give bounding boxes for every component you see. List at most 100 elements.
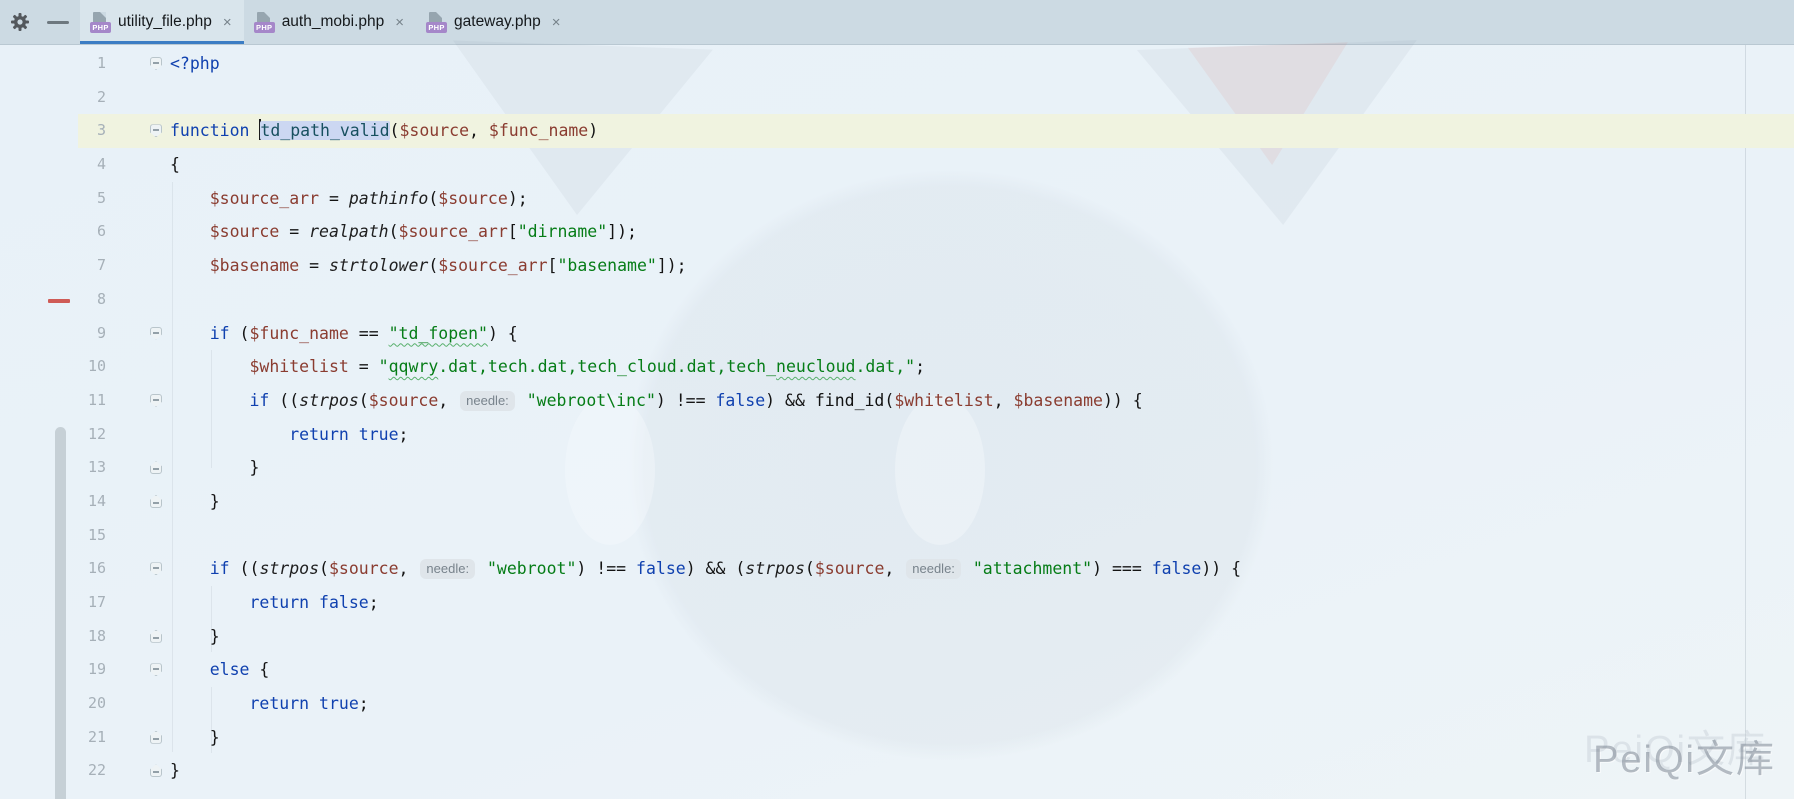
code-line[interactable]: 6 $source = realpath($source_arr["dirnam…: [78, 215, 1794, 249]
line-number[interactable]: 10: [78, 350, 106, 384]
code-token: strpos: [259, 559, 319, 578]
code-token: (: [805, 559, 815, 578]
code-token: "webroot": [487, 559, 576, 578]
code-line[interactable]: 18 }: [78, 620, 1794, 654]
code-line[interactable]: 12 return true;: [78, 418, 1794, 452]
line-number[interactable]: 17: [78, 586, 106, 620]
tab-auth-mobi-php[interactable]: PHP auth_mobi.php ×: [244, 0, 416, 44]
php-file-icon: PHP: [90, 12, 111, 33]
minus-glyph: [47, 21, 69, 24]
line-number[interactable]: 3: [78, 114, 106, 148]
code-line[interactable]: 15: [78, 519, 1794, 553]
php-file-page-shape: [257, 12, 270, 23]
code-line[interactable]: 10 $whitelist = "qqwry.dat,tech.dat,tech…: [78, 350, 1794, 384]
code-token: $whitelist: [894, 391, 993, 410]
close-icon[interactable]: ×: [223, 15, 232, 30]
line-number[interactable]: 20: [78, 687, 106, 721]
line-number[interactable]: 21: [78, 721, 106, 755]
code-line[interactable]: 2: [78, 81, 1794, 115]
code-token: [477, 559, 487, 578]
fold-marker-icon[interactable]: [150, 663, 162, 676]
code-lines: 1<?php23 function td_path_valid($source, …: [0, 45, 1794, 788]
code-line[interactable]: 19 else {: [78, 653, 1794, 687]
settings-gear-icon[interactable]: [8, 10, 32, 34]
code-line[interactable]: 7 $basename = strtolower($source_arr["ba…: [78, 249, 1794, 283]
code-line[interactable]: 14 }: [78, 485, 1794, 519]
code-text: if ((strpos($source, needle: "webroot") …: [170, 552, 1241, 586]
code-line[interactable]: 9 if ($func_name == "td_fopen") {: [78, 317, 1794, 351]
code-text: function td_path_valid($source, $func_na…: [170, 114, 598, 148]
line-number[interactable]: 18: [78, 620, 106, 654]
line-number[interactable]: 2: [78, 81, 106, 115]
line-number[interactable]: 7: [78, 249, 106, 283]
code-editor[interactable]: 1<?php23 function td_path_valid($source, …: [0, 45, 1794, 799]
line-number[interactable]: 19: [78, 653, 106, 687]
fold-marker-icon[interactable]: [150, 764, 162, 777]
minimize-icon[interactable]: [46, 10, 70, 34]
line-number[interactable]: 15: [78, 519, 106, 553]
fold-marker-icon[interactable]: [150, 731, 162, 744]
code-token: $source: [210, 222, 280, 241]
code-line[interactable]: 17 return false;: [78, 586, 1794, 620]
fold-marker-icon[interactable]: [150, 124, 162, 137]
tab-gateway-php[interactable]: PHP gateway.php ×: [416, 0, 573, 44]
line-number[interactable]: 5: [78, 182, 106, 216]
gutter-fold-column: [106, 552, 170, 586]
line-number[interactable]: 8: [78, 283, 106, 317]
line-number[interactable]: 11: [78, 384, 106, 418]
code-line[interactable]: 16 if ((strpos($source, needle: "webroot…: [78, 552, 1794, 586]
fold-marker-icon[interactable]: [150, 495, 162, 508]
code-token: $source: [399, 121, 469, 140]
scrollbar-thumb[interactable]: [55, 427, 66, 799]
code-line[interactable]: 5 $source_arr = pathinfo($source);: [78, 182, 1794, 216]
code-token: return: [289, 425, 349, 444]
line-number[interactable]: 6: [78, 215, 106, 249]
gutter-fold-column: [106, 754, 170, 788]
code-line[interactable]: 22}: [78, 754, 1794, 788]
code-token: =: [319, 189, 349, 208]
code-token: "dirname": [518, 222, 607, 241]
code-token: realpath: [309, 222, 388, 241]
code-token: $basename: [210, 256, 299, 275]
fold-marker-icon[interactable]: [150, 461, 162, 474]
code-line[interactable]: 3 function td_path_valid($source, $func_n…: [78, 114, 1794, 148]
code-token: "basename": [557, 256, 656, 275]
fold-marker-icon[interactable]: [150, 562, 162, 575]
code-token: $source: [815, 559, 885, 578]
code-token: }: [170, 458, 259, 477]
code-text: }: [170, 485, 220, 519]
code-line[interactable]: 20 return true;: [78, 687, 1794, 721]
tab-utility-file-php[interactable]: PHP utility_file.php ×: [80, 0, 244, 44]
line-number[interactable]: 13: [78, 451, 106, 485]
code-text: $basename = strtolower($source_arr["base…: [170, 249, 687, 283]
code-token: strtolower: [329, 256, 428, 275]
line-number[interactable]: 14: [78, 485, 106, 519]
line-number[interactable]: 12: [78, 418, 106, 452]
line-number[interactable]: 1: [78, 47, 106, 81]
close-icon[interactable]: ×: [395, 15, 404, 30]
line-number[interactable]: 9: [78, 317, 106, 351]
line-number[interactable]: 16: [78, 552, 106, 586]
line-number[interactable]: 22: [78, 754, 106, 788]
code-line[interactable]: 13 }: [78, 451, 1794, 485]
code-token: if: [210, 559, 230, 578]
fold-marker-icon[interactable]: [150, 327, 162, 340]
code-token: ==: [349, 324, 389, 343]
gutter-fold-column: [106, 653, 170, 687]
code-line[interactable]: 8: [78, 283, 1794, 317]
code-token: ,: [469, 121, 489, 140]
code-token: return: [249, 593, 309, 612]
php-file-icon: PHP: [426, 12, 447, 33]
code-line[interactable]: 1<?php: [78, 47, 1794, 81]
line-number[interactable]: 4: [78, 148, 106, 182]
parameter-hint-chip: needle:: [420, 559, 475, 579]
fold-marker-icon[interactable]: [150, 57, 162, 70]
code-token: ) && (: [686, 559, 746, 578]
code-line[interactable]: 4{: [78, 148, 1794, 182]
code-line[interactable]: 21 }: [78, 721, 1794, 755]
code-line[interactable]: 11 if ((strpos($source, needle: "webroot…: [78, 384, 1794, 418]
fold-marker-icon[interactable]: [150, 394, 162, 407]
fold-marker-icon[interactable]: [150, 630, 162, 643]
code-token: $source_arr: [438, 256, 547, 275]
close-icon[interactable]: ×: [552, 15, 561, 30]
